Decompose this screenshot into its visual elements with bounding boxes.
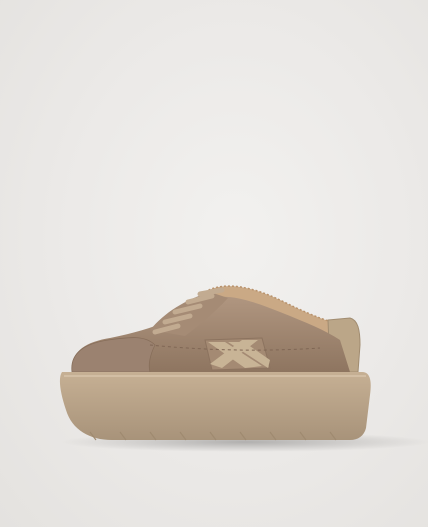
sneaker-illustration xyxy=(59,285,428,452)
side-logo-panel xyxy=(204,337,271,371)
product-photo xyxy=(0,0,428,527)
platform-sole xyxy=(59,372,371,440)
toe-cap xyxy=(71,337,156,373)
